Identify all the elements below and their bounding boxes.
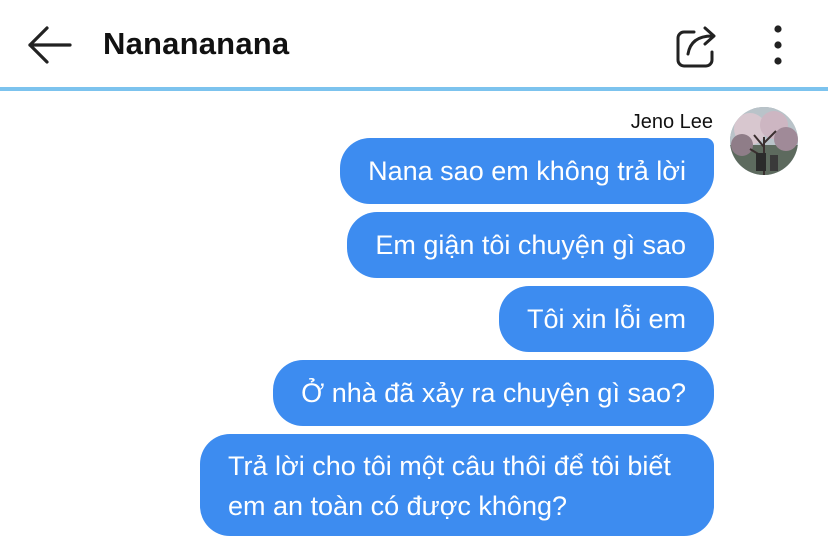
sender-name: Jeno Lee (630, 111, 713, 133)
avatar-photo-icon (730, 107, 798, 175)
more-options-button[interactable] (762, 20, 794, 70)
avatar[interactable] (730, 107, 798, 175)
share-icon (676, 26, 716, 68)
header-divider (0, 87, 828, 91)
chat-screen: Nanananana Jeno Lee Nana sao em không tr… (0, 0, 828, 553)
message-bubble[interactable]: Ở nhà đã xảy ra chuyện gì sao? (273, 360, 714, 426)
chat-title: Nanananana (103, 26, 290, 61)
message-bubble[interactable]: Trả lời cho tôi một câu thôi để tôi biết… (200, 434, 714, 536)
share-button[interactable] (672, 22, 724, 70)
message-bubble[interactable]: Tôi xin lỗi em (498, 286, 714, 352)
arrow-left-icon (28, 26, 72, 64)
chat-header: Nanananana (0, 0, 828, 91)
back-button[interactable] (22, 20, 76, 70)
message-bubble[interactable]: Nana sao em không trả lời (340, 138, 714, 204)
message-bubble[interactable]: Em giận tôi chuyện gì sao (347, 212, 714, 278)
more-vertical-icon (774, 25, 782, 65)
